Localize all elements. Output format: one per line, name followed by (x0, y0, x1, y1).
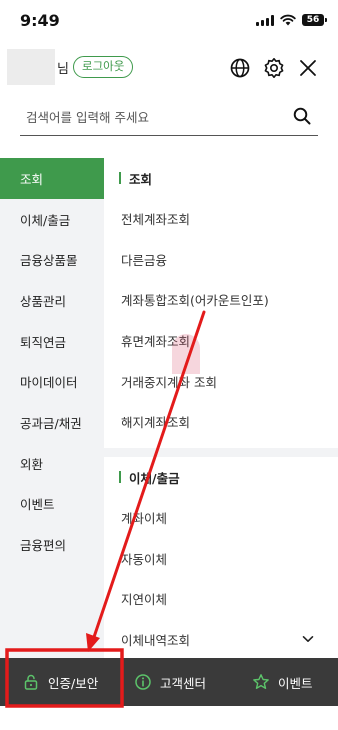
sidebar-item-convenience[interactable]: 금융편의 (0, 524, 104, 565)
logout-button[interactable]: 로그아웃 (73, 56, 134, 78)
auth-security-label: 인증/보안 (48, 675, 99, 691)
menu-item-label: 이체내역조회 (121, 633, 191, 649)
user-name-suffix: 님 (57, 62, 69, 77)
auth-security-button[interactable]: 인증/보안 (22, 658, 98, 706)
globe-icon[interactable] (228, 56, 252, 80)
menu-item-closed-accounts[interactable]: 해지계좌조회 (104, 401, 338, 442)
info-icon (135, 674, 151, 690)
bottom-bar: 인증/보안 고객센터 이벤트 (0, 658, 338, 706)
event-label: 이벤트 (278, 675, 313, 691)
section-title-inquiry: 조회 (104, 158, 338, 198)
watermark-icon (172, 334, 200, 374)
menu-item-account-info[interactable]: 계좌통합조회(어카운트인포) (104, 279, 338, 320)
section-title-label: 이체/출금 (129, 470, 180, 486)
menu-item-auto-transfer[interactable]: 자동이체 (104, 538, 338, 579)
event-button[interactable]: 이벤트 (252, 658, 313, 706)
menu-item-transfer-history[interactable]: 이체내역조회 (104, 619, 338, 660)
section-divider (104, 448, 338, 458)
wifi-icon (280, 14, 296, 26)
section-title-label: 조회 (129, 171, 153, 187)
search-icon[interactable] (292, 106, 312, 126)
menu-item-dormant-accounts[interactable]: 휴면계좌조회 (104, 320, 338, 361)
sidebar-item-inquiry[interactable]: 조회 (0, 158, 104, 199)
sidebar-item-event[interactable]: 이벤트 (0, 484, 104, 525)
section-title-transfer: 이체/출금 (104, 457, 338, 497)
customer-center-label: 고객센터 (160, 675, 207, 691)
sidebar-item-financial-mall[interactable]: 금융상품몰 (0, 239, 104, 280)
status-icons: 56 (256, 14, 327, 26)
chevron-down-icon[interactable] (302, 633, 314, 645)
menu-item-suspended-accounts[interactable]: 거래중지계좌 조회 (104, 361, 338, 402)
sidebar-item-mydata[interactable]: 마이데이터 (0, 361, 104, 402)
sidebar-item-foreign-exchange[interactable]: 외환 (0, 443, 104, 484)
status-time: 9:49 (20, 11, 60, 30)
sidebar-item-utility-bonds[interactable]: 공과금/채권 (0, 402, 104, 443)
user-name-redacted (7, 49, 55, 85)
gear-icon[interactable] (262, 56, 286, 80)
sidebar-item-retirement-pension[interactable]: 퇴직연금 (0, 321, 104, 362)
search-input[interactable] (26, 106, 276, 128)
section-marker (119, 471, 121, 484)
header: 님 로그아웃 (0, 44, 338, 92)
menu-item-delayed-transfer[interactable]: 지연이체 (104, 579, 338, 620)
status-bar: 9:49 56 (0, 0, 338, 44)
signal-icon (256, 14, 274, 26)
category-sidebar: 조회 이체/출금 금융상품몰 상품관리 퇴직연금 마이데이터 공과금/채권 외환… (0, 158, 104, 658)
star-icon (253, 674, 269, 690)
sidebar-item-product-management[interactable]: 상품관리 (0, 280, 104, 321)
battery-indicator: 56 (302, 14, 327, 26)
sidebar-item-transfer[interactable]: 이체/출금 (0, 199, 104, 240)
lock-icon (24, 674, 38, 690)
menu-item-other-finance[interactable]: 다른금융 (104, 239, 338, 280)
customer-center-button[interactable]: 고객센터 (134, 658, 206, 706)
menu-item-all-accounts[interactable]: 전체계좌조회 (104, 198, 338, 239)
section-marker (119, 172, 121, 184)
search-bar (20, 100, 318, 136)
menu-content: 조회 전체계좌조회 다른금융 계좌통합조회(어카운트인포) 휴면계좌조회 거래중… (104, 158, 338, 658)
close-icon[interactable] (296, 56, 320, 80)
menu-item-account-transfer[interactable]: 계좌이체 (104, 497, 338, 538)
